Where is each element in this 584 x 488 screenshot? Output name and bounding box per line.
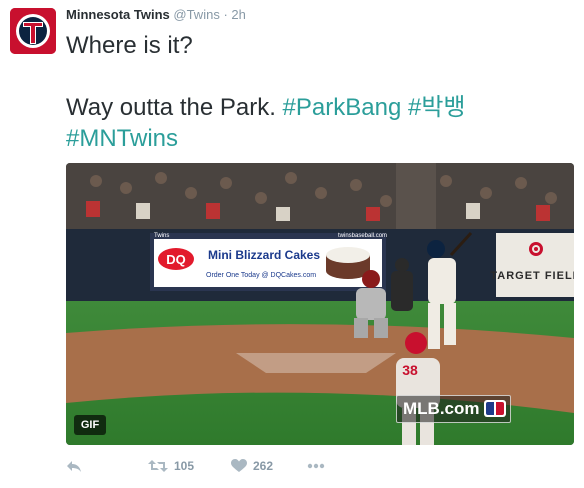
twins-logo-icon: [10, 8, 56, 54]
mlb-logo-icon: [483, 400, 506, 417]
mlb-watermark: MLB.com: [396, 395, 511, 423]
gif-badge: GIF: [74, 415, 106, 435]
tweet-timestamp[interactable]: 2h: [231, 7, 245, 22]
retweet-button[interactable]: 105: [148, 456, 194, 476]
target-field-sign: TARGET FIELD: [490, 270, 574, 282]
dq-ad-text: Mini Blizzard Cakes: [208, 248, 320, 262]
board-brand: Twins: [154, 233, 169, 239]
tweet-text-plain: Way outta the Park.: [66, 94, 283, 121]
reply-button[interactable]: [66, 456, 82, 476]
hashtag-mntwins[interactable]: #MNTwins: [66, 125, 178, 152]
avatar[interactable]: [10, 8, 56, 54]
retweet-count: 105: [174, 459, 195, 473]
author-handle[interactable]: @Twins: [173, 7, 219, 22]
dq-ad-subtext: Order One Today @ DQCakes.com: [206, 272, 316, 279]
tweet-media-gif[interactable]: DQ Mini Blizzard Cakes Order One Today @…: [66, 163, 574, 445]
more-dots-icon: [307, 463, 325, 469]
dq-logo-text: DQ: [166, 252, 186, 267]
mlb-watermark-text: MLB.com: [403, 399, 480, 418]
more-options-button[interactable]: [307, 456, 325, 476]
like-button[interactable]: 262: [231, 456, 273, 476]
tweet-text-line-1: Where is it?: [66, 32, 193, 59]
tweet-text-line-3: Way outta the Park. #ParkBang #박뱅: [66, 92, 576, 123]
pitcher-number: 38: [402, 362, 418, 378]
header-separator: ·: [223, 7, 228, 22]
tweet-text-line-4: #MNTwins: [66, 123, 576, 154]
board-site: twinsbaseball.com: [338, 233, 387, 239]
author-name[interactable]: Minnesota Twins: [66, 7, 170, 22]
tweet-text: Where is it? Way outta the Park. #ParkBa…: [66, 30, 576, 154]
tweet-header: Minnesota Twins @Twins · 2h: [66, 6, 246, 24]
retweet-icon: [148, 460, 168, 472]
reply-icon: [67, 461, 81, 472]
like-count: 262: [253, 459, 274, 473]
heart-icon: [231, 459, 247, 472]
hashtag-parkbang[interactable]: #ParkBang: [283, 94, 402, 121]
hashtag-korean[interactable]: #박뱅: [408, 94, 466, 121]
